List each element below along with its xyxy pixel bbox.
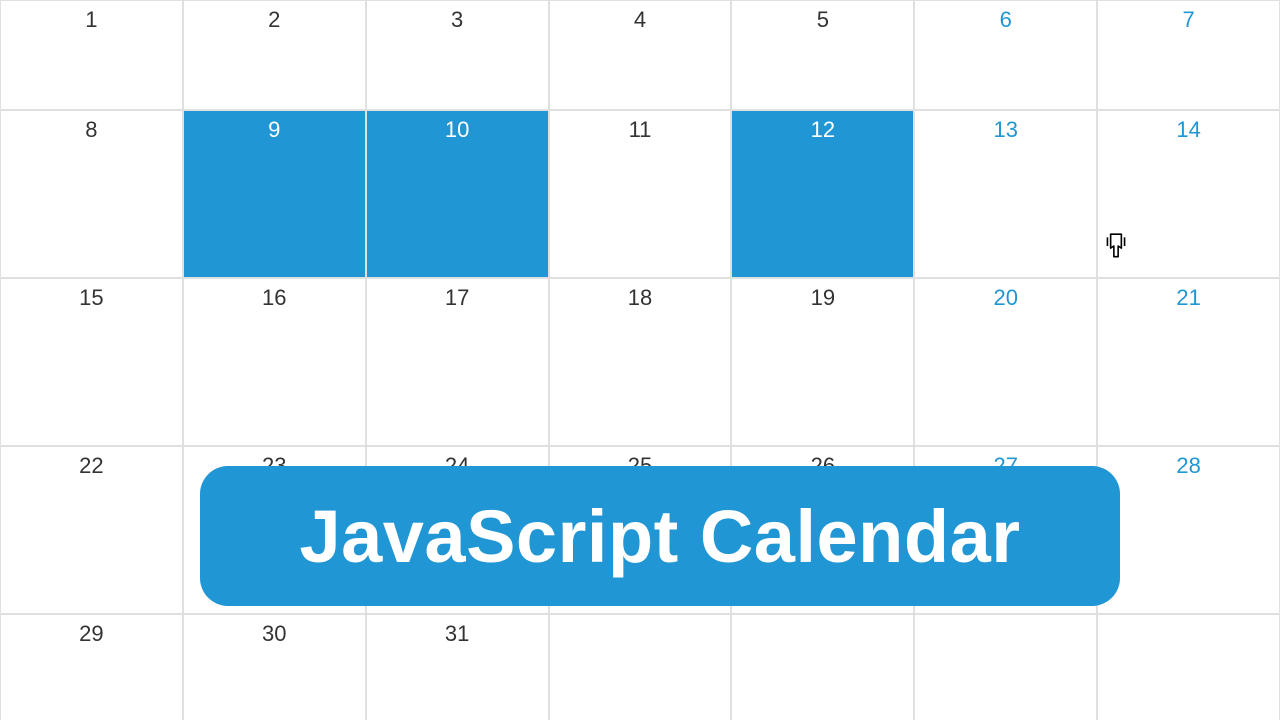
day-cell-11[interactable]: 11 bbox=[549, 110, 732, 278]
day-number: 20 bbox=[915, 285, 1096, 311]
day-number: 16 bbox=[184, 285, 365, 311]
day-cell-17[interactable]: 17 bbox=[366, 278, 549, 446]
day-cell-19[interactable]: 19 bbox=[731, 278, 914, 446]
day-number: 8 bbox=[1, 117, 182, 143]
day-cell-3[interactable]: 3 bbox=[366, 0, 549, 110]
day-cell-6[interactable]: 6 bbox=[914, 0, 1097, 110]
day-cell-1[interactable]: 1 bbox=[0, 0, 183, 110]
day-cell-2[interactable]: 2 bbox=[183, 0, 366, 110]
day-cell-8[interactable]: 8 bbox=[0, 110, 183, 278]
day-number: 11 bbox=[550, 117, 731, 143]
day-cell-28[interactable]: 28 bbox=[1097, 446, 1280, 614]
day-number: 13 bbox=[915, 117, 1096, 143]
calendar-grid: 1234567891011121314151617181920212223242… bbox=[0, 0, 1280, 720]
day-number: 2 bbox=[184, 7, 365, 33]
day-cell-16[interactable]: 16 bbox=[183, 278, 366, 446]
day-number: 29 bbox=[1, 621, 182, 647]
overlay-title-text: JavaScript Calendar bbox=[299, 494, 1020, 579]
day-number: 19 bbox=[732, 285, 913, 311]
day-number: 14 bbox=[1098, 117, 1279, 143]
day-number: 5 bbox=[732, 7, 913, 33]
day-number: 12 bbox=[732, 117, 913, 143]
day-cell-21[interactable]: 21 bbox=[1097, 278, 1280, 446]
day-number: 17 bbox=[367, 285, 548, 311]
day-cell-22[interactable]: 22 bbox=[0, 446, 183, 614]
day-number: 9 bbox=[184, 117, 365, 143]
day-number: 7 bbox=[1098, 7, 1279, 33]
day-cell-14[interactable]: 14 bbox=[1097, 110, 1280, 278]
day-cell-5[interactable]: 5 bbox=[731, 0, 914, 110]
day-number: 28 bbox=[1098, 453, 1279, 479]
day-cell-15[interactable]: 15 bbox=[0, 278, 183, 446]
day-number: 3 bbox=[367, 7, 548, 33]
day-cell-7[interactable]: 7 bbox=[1097, 0, 1280, 110]
day-number: 6 bbox=[915, 7, 1096, 33]
day-number: 31 bbox=[367, 621, 548, 647]
day-cell-29[interactable]: 29 bbox=[0, 614, 183, 720]
day-number: 15 bbox=[1, 285, 182, 311]
day-number: 21 bbox=[1098, 285, 1279, 311]
day-cell-20[interactable]: 20 bbox=[914, 278, 1097, 446]
day-cell-empty bbox=[731, 614, 914, 720]
day-cell-12[interactable]: 12 bbox=[731, 110, 914, 278]
day-cell-empty bbox=[914, 614, 1097, 720]
day-cell-9[interactable]: 9 bbox=[183, 110, 366, 278]
day-number: 30 bbox=[184, 621, 365, 647]
day-cell-18[interactable]: 18 bbox=[549, 278, 732, 446]
day-number: 18 bbox=[550, 285, 731, 311]
day-number: 10 bbox=[367, 117, 548, 143]
day-cell-empty bbox=[549, 614, 732, 720]
day-cell-30[interactable]: 30 bbox=[183, 614, 366, 720]
day-number: 4 bbox=[550, 7, 731, 33]
day-number: 22 bbox=[1, 453, 182, 479]
title-overlay: JavaScript Calendar bbox=[200, 466, 1120, 606]
day-cell-empty bbox=[1097, 614, 1280, 720]
day-number: 1 bbox=[1, 7, 182, 33]
day-cell-10[interactable]: 10 bbox=[366, 110, 549, 278]
day-cell-13[interactable]: 13 bbox=[914, 110, 1097, 278]
day-cell-31[interactable]: 31 bbox=[366, 614, 549, 720]
day-cell-4[interactable]: 4 bbox=[549, 0, 732, 110]
